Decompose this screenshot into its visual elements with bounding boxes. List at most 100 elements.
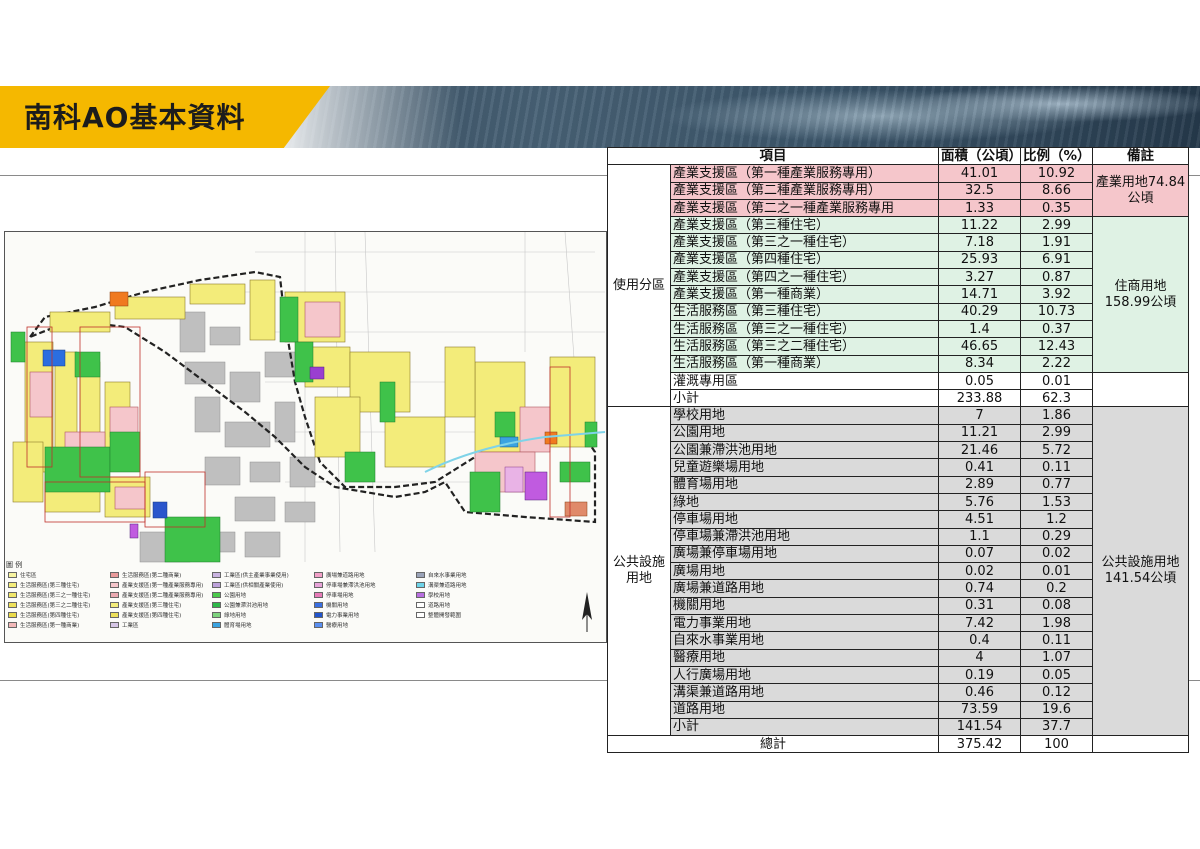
legend-swatch [110,622,119,628]
legend-swatch [8,602,17,608]
legend-label: 產業支援區(第三種住宅) [122,603,182,609]
row-area: 73.59 [938,700,1021,719]
row-ratio: 0.87 [1020,268,1093,287]
total-note [1092,735,1189,754]
header-item: 項目 [607,146,939,166]
row-area: 25.93 [938,250,1021,270]
legend-swatch [8,572,17,578]
legend-item: 工業區(供主產業事業使用) [212,570,289,580]
row-area: 7 [938,406,1021,425]
row-area: 32.5 [938,181,1021,200]
legend-swatch [212,602,221,608]
row-area: 1.1 [938,527,1021,546]
row-area: 0.19 [938,665,1021,685]
legend-label: 體育場用地 [224,623,252,629]
header-note: 備註 [1092,146,1189,166]
land-use-table: 項目 面積（公頃） 比例（%） 備註 使用分區 產業支援區（第一種產業服務專用） 4… [607,146,1189,754]
legend-label: 廣場兼道路用地 [326,573,365,579]
row-area: 2.89 [938,475,1021,494]
row-ratio: 1.91 [1020,233,1093,252]
row-item: 道路用地 [670,700,939,719]
legend-swatch [314,602,323,608]
legend-label: 產業支援區(第一種產業服務專用) [122,583,204,589]
legend-item: 產業支援區(第三種住宅) [110,600,181,610]
row-ratio: 2.99 [1020,423,1093,443]
legend-label: 生活服務區(第三之二種住宅) [20,603,91,609]
row-ratio: 3.92 [1020,285,1093,304]
legend-label: 溝渠兼道路用地 [428,583,467,589]
row-item: 停車場兼滯洪池用地 [670,527,939,546]
table-header-row: 項目 面積（公頃） 比例（%） 備註 [607,146,1189,166]
legend-item: 道路用地 [416,600,450,610]
row-area: 46.65 [938,337,1021,356]
row-item: 生活服務區（第三之二種住宅） [670,337,939,356]
legend-label: 生活服務區(第二種商業) [122,573,182,579]
header-ratio: 比例（%） [1020,146,1093,166]
legend-swatch [212,612,221,618]
row-area: 0.07 [938,544,1021,564]
legend-item: 公園兼滯洪池用地 [212,600,268,610]
row-item: 機關用地 [670,596,939,616]
row-item: 產業支援區（第四之一種住宅） [670,268,939,287]
row-ratio: 0.05 [1020,665,1093,685]
row-area: 3.27 [938,268,1021,287]
legend-item: 生活服務區(第四種住宅) [8,610,79,620]
row-ratio: 1.53 [1020,492,1093,512]
legend-swatch [314,612,323,618]
table-row: 公共設施用地 學校用地 7 1.86 公共設施用地141.54公頃 [607,406,1189,737]
legend-item: 住宅區 [8,570,37,580]
row-item: 產業支援區（第一種產業服務專用） [670,164,939,183]
legend-label: 產業支援區(第四種住宅) [122,613,182,619]
row-item: 溝渠兼道路用地 [670,683,939,702]
total-row: 總計 375.42 100 [607,735,1189,754]
row-ratio: 0.2 [1020,579,1093,598]
legend-swatch [8,592,17,598]
row-ratio: 1.2 [1020,510,1093,529]
legend-swatch [212,622,221,628]
legend-label: 生活服務區(第四種住宅) [20,613,80,619]
legend-label: 生活服務區(第三之一種住宅) [20,593,91,599]
legend-label: 產業支援區(第二種產業服務專用) [122,593,204,599]
row-item: 廣場兼停車場用地 [670,544,939,564]
row-item: 廣場兼道路用地 [670,579,939,598]
row-ratio: 6.91 [1020,250,1093,270]
row-ratio: 0.08 [1020,596,1093,616]
legend-swatch [110,602,119,608]
legend-label: 生活服務區(第三種住宅) [20,583,80,589]
legend-label: 生活服務區(第一種商業) [20,623,80,629]
row-item: 電力事業用地 [670,614,939,633]
row-ratio: 2.99 [1020,216,1093,235]
row-ratio: 1.07 [1020,648,1093,667]
legend-item: 學校用地 [416,590,450,600]
legend-item: 產業支援區(第四種住宅) [110,610,181,620]
row-area: 8.34 [938,354,1021,373]
legend-label: 綠地用地 [224,613,247,619]
row-item: 產業支援區（第四種住宅） [670,250,939,270]
legend-label: 整體開發範圍 [428,613,462,619]
total-ratio: 100 [1020,735,1093,754]
legend-label: 醫療用地 [326,623,349,629]
legend-swatch [416,612,425,618]
row-area: 4 [938,648,1021,667]
legend-label: 自來水事業用地 [428,573,467,579]
legend-label: 道路用地 [428,603,451,609]
legend-item: 生活服務區(第一種商業) [8,620,79,630]
row-ratio: 1.86 [1020,406,1093,425]
row-area: 1.33 [938,198,1021,218]
row-item: 人行廣場用地 [670,665,939,685]
legend-swatch [416,572,425,578]
legend-item: 公園用地 [212,590,246,600]
row-ratio: 62.3 [1020,389,1093,408]
legend-item: 生活服務區(第三之一種住宅) [8,590,90,600]
legend-swatch [110,612,119,618]
row-item: 產業支援區（第一種商業） [670,285,939,304]
table-row: 使用分區 產業支援區（第一種產業服務專用） 41.01 10.92 產業用地74.84公… [607,164,1189,408]
row-item: 產業支援區（第二之一種產業服務專用 [670,198,939,218]
row-item: 綠地 [670,492,939,512]
row-item: 體育場用地 [670,475,939,494]
row-area: 1.4 [938,319,1021,339]
legend-swatch [314,582,323,588]
row-item: 灌溉專用區 [670,371,939,391]
row-item: 公園兼滯洪池用地 [670,441,939,460]
legend-label: 停車場用地 [326,593,354,599]
